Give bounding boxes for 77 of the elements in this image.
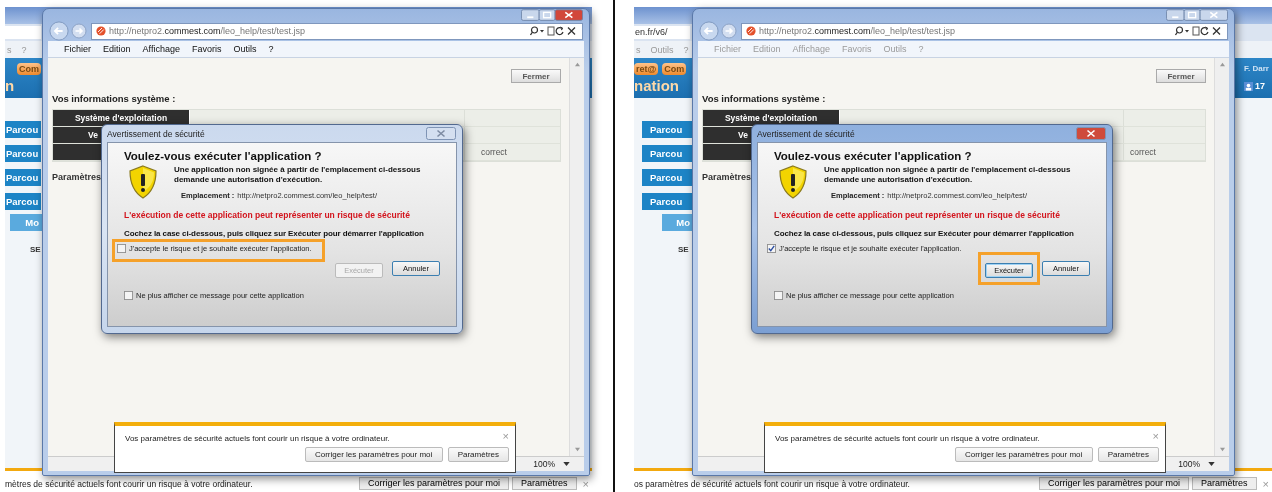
notification-text: Vos paramètres de sécurité actuels font courir un risque à votre ordinateur. — [775, 434, 1040, 443]
menu-item[interactable]: s — [636, 44, 641, 55]
url-text: http://netpro2.commest.com/leo_help/test/test.jsp — [109, 26, 306, 36]
menu-item[interactable]: Favoris — [191, 44, 222, 54]
dialog-message: Une application non signée à partir de l'emplacement ci-dessous demande une autorisation d'exécution. — [174, 165, 422, 185]
menu-item[interactable]: Favoris — [841, 44, 872, 54]
dialog-message: Une application non signée à partir de l'emplacement ci-dessous demande une autorisation d'exécution. — [824, 165, 1072, 185]
menu-item[interactable]: ? — [683, 44, 689, 55]
close-button[interactable]: × — [502, 431, 509, 442]
address-field[interactable]: http://netpro2.commest.com/leo_help/test/test.jsp — [91, 22, 583, 40]
close-button[interactable]: × — [1259, 478, 1272, 490]
notification-button[interactable]: Paramètres — [447, 447, 509, 462]
address-field[interactable]: en.fr/v6/ — [634, 26, 690, 39]
nav-button[interactable]: Parcou — [642, 193, 692, 210]
instruction-text: Cochez la case ci-dessous, puis cliquez sur Exécuter pour démarrer l'application — [774, 229, 1074, 238]
dialog-heading: Voulez-vous exécuter l'application ? — [774, 150, 972, 162]
warning-text: L'exécution de cette application peut représenter un risque de sécurité — [774, 210, 1060, 220]
section-title: SE — [678, 245, 689, 254]
close-button[interactable]: × — [1152, 431, 1159, 442]
address-field[interactable]: http://netpro2.commest.com/leo_help/test/test.jsp — [741, 22, 1228, 40]
warning-text: L'exécution de cette application peut représenter un risque de sécurité — [124, 210, 410, 220]
tab[interactable]: Com — [662, 63, 687, 75]
notification-button[interactable]: Paramètres — [512, 477, 577, 490]
menu-item[interactable]: s — [7, 44, 12, 55]
menu-item[interactable]: Fichier — [714, 44, 741, 54]
close-button[interactable]: × — [579, 478, 592, 490]
nav-button[interactable]: Parcou — [642, 169, 692, 186]
notification-button[interactable]: Paramètres — [1192, 477, 1257, 490]
menu-item[interactable]: Edition — [103, 44, 131, 54]
section-title: SE — [30, 245, 41, 254]
close-page-button[interactable]: Fermer — [511, 69, 561, 83]
module-button[interactable]: Mo — [662, 214, 693, 231]
count-label: 17 — [1255, 81, 1265, 91]
zoom-level[interactable]: 100% — [533, 459, 555, 469]
notification-text: mètres de sécurité actuels font courir un risque à votre ordinateur. — [5, 479, 253, 489]
section-title: Paramètres — [702, 172, 752, 182]
menu-item[interactable]: Fichier — [64, 44, 91, 54]
menu-item[interactable]: ? — [918, 44, 924, 54]
page-title: n — [5, 77, 15, 94]
section-title: Paramètres — [52, 172, 102, 182]
notification-text: Vos paramètres de sécurité actuels font courir un risque à votre ordinateur. — [125, 434, 390, 443]
table-cell: correct — [464, 144, 560, 160]
menu-item[interactable]: ? — [268, 44, 274, 54]
menu-item[interactable]: Outils — [233, 44, 257, 54]
nav-button[interactable]: Parcou — [5, 145, 41, 162]
menu-item[interactable]: Outils — [650, 44, 674, 55]
tab[interactable]: ret@ — [634, 63, 659, 75]
tab[interactable]: Com — [17, 63, 41, 75]
menu-item[interactable]: Outils — [883, 44, 907, 54]
close-page-button[interactable]: Fermer — [1156, 69, 1206, 83]
module-button[interactable]: Mo — [10, 214, 42, 231]
zoom-level[interactable]: 100% — [1178, 459, 1200, 469]
nav-button[interactable]: Parcou — [5, 121, 41, 138]
menu-item[interactable]: Edition — [753, 44, 781, 54]
url-text: http://netpro2.commest.com/leo_help/test/test.jsp — [759, 26, 956, 36]
notification-button[interactable]: Corriger les paramètres pour moi — [359, 477, 510, 490]
table-header-cell: Système d'exploitation — [703, 110, 840, 126]
menu-item[interactable]: Affichage — [792, 44, 830, 54]
notification-button[interactable]: Corriger les paramètres pour moi — [304, 447, 443, 462]
section-title: Vos informations système : — [702, 93, 826, 104]
nav-button[interactable]: Parcou — [642, 145, 692, 162]
table-header-cell: Système d'exploitation — [53, 110, 190, 126]
menu-item[interactable]: Affichage — [142, 44, 180, 54]
notification-button[interactable]: Corriger les paramètres pour moi — [954, 447, 1093, 462]
notification-text: os paramètres de sécurité actuels font courir un risque à votre ordinateur. — [634, 479, 910, 489]
nav-button[interactable]: Parcou — [642, 121, 692, 138]
menu-item[interactable]: ? — [21, 44, 27, 55]
notification-button[interactable]: Corriger les paramètres pour moi — [1039, 477, 1190, 490]
dialog-heading: Voulez-vous exécuter l'application ? — [124, 150, 322, 162]
nav-button[interactable]: Parcou — [5, 193, 41, 210]
table-cell: correct — [1123, 144, 1205, 160]
user-name: F. Darr — [1244, 64, 1269, 73]
nav-button[interactable]: Parcou — [5, 169, 41, 186]
notification-button[interactable]: Paramètres — [1097, 447, 1159, 462]
section-title: Vos informations système : — [52, 93, 176, 104]
instruction-text: Cochez la case ci-dessous, puis cliquez sur Exécuter pour démarrer l'application — [124, 229, 424, 238]
page-title: nation — [634, 77, 679, 94]
